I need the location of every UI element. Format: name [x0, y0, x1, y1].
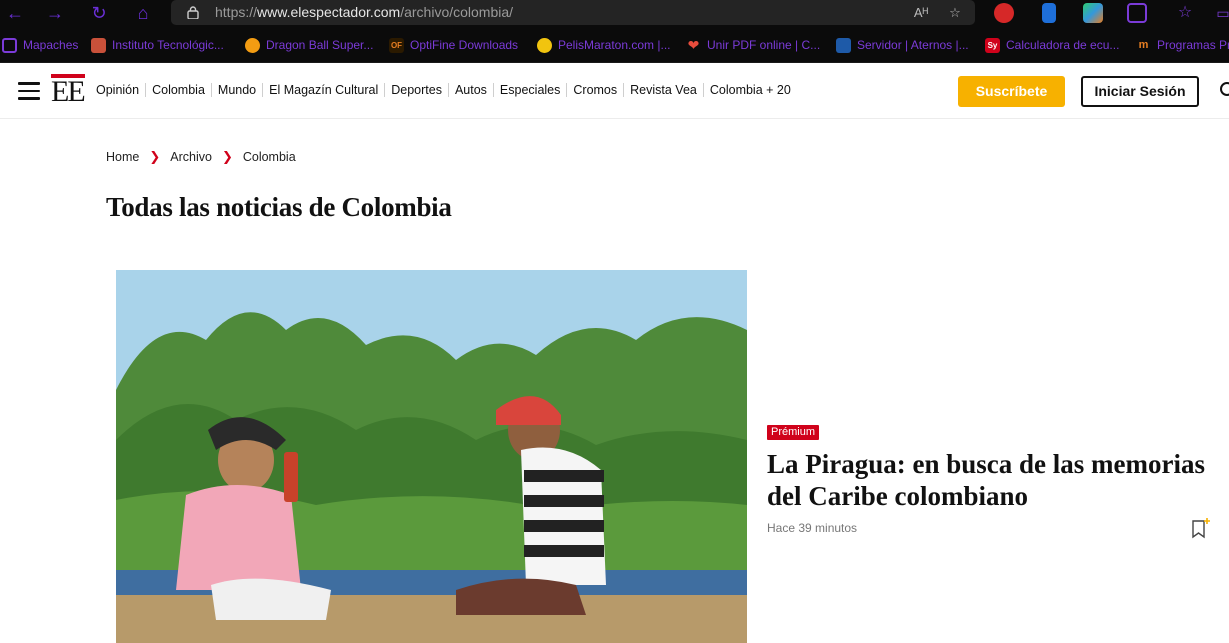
browser-toolbar: ← → ↻ ⌂ https://www.elespectador.com/arc… [0, 0, 1229, 27]
bookmark-label: OptiFine Downloads [410, 38, 519, 52]
folder-icon [2, 37, 17, 53]
b-extension-icon[interactable] [1083, 3, 1103, 23]
chevron-right-icon: ❯ [149, 149, 161, 164]
url-path: /archivo/colombia/ [400, 4, 514, 20]
premium-badge: Prémium [767, 425, 820, 440]
bookmark-label: Programas Pr [1157, 38, 1229, 52]
heart-pdf-icon: ❤ [687, 36, 700, 53]
bookmark-calculadora[interactable]: Sy Calculadora de ecu... [985, 36, 1119, 54]
symbolab-icon: Sy [985, 37, 1000, 53]
url-prefix: https:// [215, 4, 258, 20]
bookmark-label: Instituto Tecnológic... [112, 38, 224, 52]
nav-item-cromos[interactable]: Cromos [566, 83, 623, 97]
bookmark-label: Calculadora de ecu... [1006, 38, 1120, 52]
page-title: Todas las noticias de Colombia [106, 192, 452, 222]
bookmark-mapaches[interactable]: Mapaches [2, 36, 78, 54]
programas-icon: m [1138, 38, 1149, 51]
hamburger-menu-icon[interactable] [18, 82, 40, 100]
article-timestamp: Hace 39 minutos [767, 521, 858, 535]
bookmark-optifine[interactable]: OF OptiFine Downloads [389, 36, 518, 54]
url-text[interactable]: https://www.elespectador.com/archivo/col… [215, 4, 513, 20]
bookmark-label: Mapaches [23, 38, 79, 52]
bookmark-pelismaraton[interactable]: PelisMaraton.com |... [537, 36, 671, 54]
lock-icon [187, 6, 199, 19]
bookmark-instituto[interactable]: Instituto Tecnológic... [91, 36, 224, 54]
refresh-icon[interactable]: ↻ [87, 2, 111, 24]
bookmarks-bar: Mapaches Instituto Tecnológic... Dragon … [0, 27, 1229, 63]
login-button[interactable]: Iniciar Sesión [1081, 76, 1199, 107]
collections-icon[interactable]: ▭ [1213, 3, 1229, 23]
nav-item-colombia-20[interactable]: Colombia + 20 [702, 83, 797, 97]
forward-arrow-icon[interactable]: → [43, 2, 67, 24]
article-hero-image[interactable] [116, 270, 747, 643]
bookmark-programas[interactable]: m Programas Pr [1136, 36, 1229, 54]
bookmark-dragonball[interactable]: Dragon Ball Super... [245, 36, 373, 54]
back-arrow-icon[interactable]: ← [3, 2, 27, 24]
nav-item-especiales[interactable]: Especiales [492, 83, 566, 97]
nav-item-autos[interactable]: Autos [447, 83, 493, 97]
chevron-right-icon: ❯ [221, 149, 233, 164]
site-header: EE Opinión Colombia Mundo El Magazín Cul… [0, 64, 1229, 119]
add-favorite-icon[interactable]: ☆ [945, 3, 965, 23]
bookmark-label: PelisMaraton.com |... [558, 38, 671, 52]
bookmark-extension-icon[interactable] [1042, 3, 1056, 23]
bookmark-label: Servidor | Aternos |... [857, 38, 969, 52]
site-logo[interactable]: EE [51, 74, 86, 108]
nav-item-opinion[interactable]: Opinión [96, 83, 145, 97]
breadcrumb-archivo[interactable]: Archivo [170, 150, 212, 164]
save-bookmark-icon[interactable] [1189, 517, 1211, 539]
aternos-icon [836, 37, 851, 53]
nav-item-colombia[interactable]: Colombia [145, 83, 211, 97]
bookmark-aternos[interactable]: Servidor | Aternos |... [836, 36, 969, 54]
bookmark-unir-pdf[interactable]: ❤ Unir PDF online | C... [686, 36, 821, 54]
search-icon[interactable] [1219, 81, 1229, 101]
institute-icon [91, 37, 106, 53]
nav-item-revista-vea[interactable]: Revista Vea [623, 83, 703, 97]
subscribe-button[interactable]: Suscríbete [958, 76, 1065, 107]
nav-item-deportes[interactable]: Deportes [384, 83, 448, 97]
address-bar[interactable]: https://www.elespectador.com/archivo/col… [171, 0, 975, 25]
extensions-puzzle-icon[interactable] [1127, 3, 1147, 23]
breadcrumb: Home ❯ Archivo ❯ Colombia [106, 149, 296, 165]
nav-item-mundo[interactable]: Mundo [210, 83, 262, 97]
optifine-icon: OF [389, 37, 404, 53]
favorites-icon[interactable]: ☆ [1175, 3, 1195, 23]
breadcrumb-colombia[interactable]: Colombia [243, 150, 296, 164]
read-aloud-icon[interactable]: Aᴴ [911, 3, 931, 23]
nav-item-magazin-cultural[interactable]: El Magazín Cultural [262, 83, 384, 97]
article-headline[interactable]: La Piragua: en busca de las memorias del… [767, 448, 1217, 512]
home-icon[interactable]: ⌂ [131, 2, 155, 24]
bookmark-label: Dragon Ball Super... [266, 38, 374, 52]
url-domain: www.elespectador.com [257, 4, 401, 20]
adblock-extension-icon[interactable] [994, 3, 1014, 23]
main-nav: Opinión Colombia Mundo El Magazín Cultur… [96, 83, 797, 97]
breadcrumb-home[interactable]: Home [106, 150, 139, 164]
logo-text: EE [51, 75, 86, 108]
dragonball-icon [245, 37, 260, 53]
pelismaraton-icon [537, 37, 552, 53]
bookmark-label: Unir PDF online | C... [707, 38, 821, 52]
